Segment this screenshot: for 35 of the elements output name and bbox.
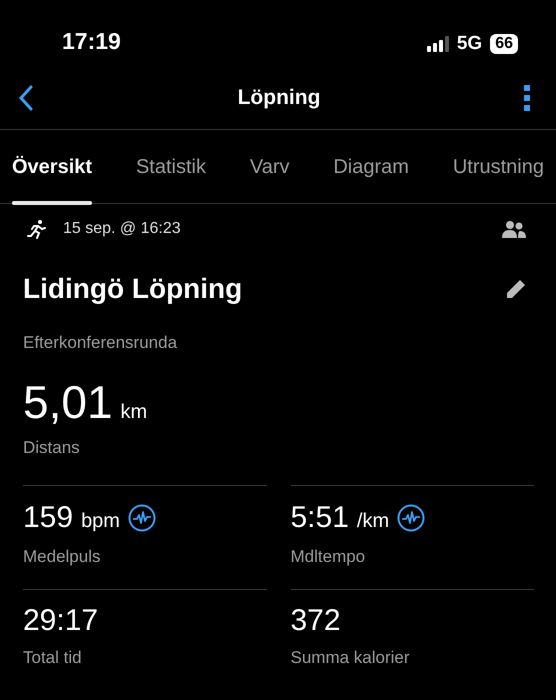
stat-unit: bpm <box>81 508 120 534</box>
stat-label: Medelpuls <box>23 546 102 568</box>
activity-name: Lidingö Löpning <box>23 272 242 306</box>
tab[interactable]: Utrustning <box>452 130 544 204</box>
stat-label: Summa kalorier <box>290 647 411 670</box>
status-time: 17:19 <box>62 26 121 56</box>
runner-icon <box>27 219 47 239</box>
graph-icon[interactable] <box>128 504 156 532</box>
stat-value: 372 <box>290 604 341 638</box>
distance-label: Distans <box>23 437 81 460</box>
stat-value: 5:51 <box>290 501 349 534</box>
more-icon <box>524 84 530 110</box>
stat-value: 29:17 <box>23 604 98 638</box>
network-label: 5G <box>456 32 482 56</box>
back-icon <box>18 84 34 110</box>
tab[interactable]: Översikt <box>12 130 92 204</box>
people-icon <box>502 220 526 238</box>
stat-label: Mdltempo <box>290 546 366 568</box>
screen-title: Löpning <box>238 84 320 111</box>
tab[interactable]: Varv <box>250 130 290 204</box>
battery-level: 66 <box>490 34 518 54</box>
stat-unit: /km <box>356 508 390 534</box>
signal-icon <box>426 36 449 52</box>
pencil-icon <box>506 278 526 299</box>
activity-description: Efterkonferensrunda <box>23 332 178 354</box>
distance-unit: km <box>120 400 148 426</box>
activity-date: 15 sep. @ 16:23 <box>63 219 181 239</box>
stat-label: Total tid <box>23 647 83 670</box>
distance-value: 5,01 <box>23 379 113 426</box>
graph-icon[interactable] <box>397 504 426 532</box>
tab[interactable]: Statistik <box>136 130 206 204</box>
tab[interactable]: Diagram <box>333 130 409 204</box>
back-button[interactable] <box>18 84 34 110</box>
more-button[interactable] <box>524 84 530 110</box>
stat-value: 159 <box>23 501 74 534</box>
